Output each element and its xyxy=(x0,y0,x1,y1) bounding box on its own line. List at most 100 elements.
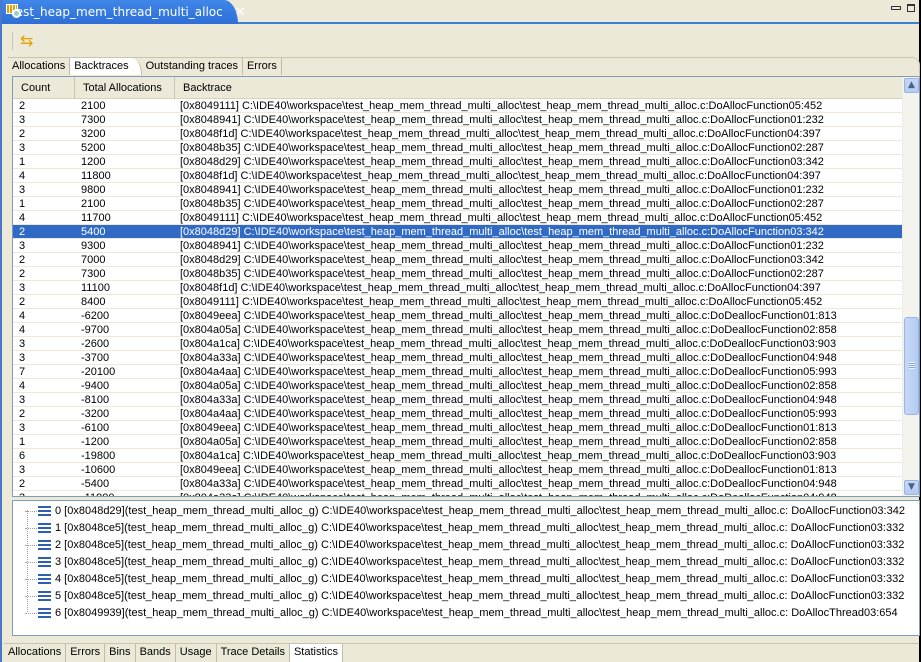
column-header-total-allocations[interactable]: Total Allocations xyxy=(75,77,175,99)
table-row[interactable]: 3 -2600 [0x804a1ca] C:\IDE40\workspace\tes… xyxy=(13,337,902,351)
stack-frame-icon xyxy=(38,523,51,534)
vertical-scrollbar[interactable]: ▲ ▼ xyxy=(902,77,919,496)
page-tab-trace-details[interactable]: Trace Details xyxy=(216,644,290,662)
table-row[interactable]: 4 -9700 [0x804a05a] C:\IDE40\workspace\tes… xyxy=(13,323,902,337)
tree-branch-line xyxy=(25,528,37,529)
cell-backtrace: [0x804a1ca] C:\IDE40\workspace\test_heap… xyxy=(180,338,837,350)
cell-backtrace: [0x8048f1d] C:\IDE40\workspace\test_heap… xyxy=(180,282,821,294)
cell-backtrace: [0x804a4aa] C:\IDE40\workspace\test_heap… xyxy=(180,408,837,420)
tab-outstanding-traces[interactable]: Outstanding traces xyxy=(141,58,243,75)
cell-backtrace: [0x804a33a] C:\IDE40\workspace\test_heap… xyxy=(180,478,837,490)
table-row[interactable]: 6 -19800 [0x804a1ca] C:\IDE40\workspace\te… xyxy=(13,449,902,463)
table-row[interactable]: 3 -6100 [0x8049eea] C:\IDE40\workspace\tes… xyxy=(13,421,902,435)
trace-frame-item[interactable]: 1 [0x8048ce5](test_heap_mem_thread_multi… xyxy=(25,520,904,537)
table-row[interactable]: 1 2100 [0x8048b35] C:\IDE40\workspace\test… xyxy=(13,197,902,211)
cell-backtrace: [0x804a33a] C:\IDE40\workspace\test_heap… xyxy=(180,352,837,364)
table-row[interactable]: 4 11700 [0x8049111] C:\IDE40\workspace\tes… xyxy=(13,211,902,225)
view-tab[interactable]: test_heap_mem_thread_multi_alloc ✕ xyxy=(2,0,246,24)
trace-frame-item[interactable]: 5 [0x8048ce5](test_heap_mem_thread_multi… xyxy=(25,588,904,605)
trace-frame-item[interactable]: 2 [0x8048ce5](test_heap_mem_thread_multi… xyxy=(25,537,904,554)
minimize-icon[interactable] xyxy=(891,6,901,10)
cell-count: 6 xyxy=(19,450,26,462)
table-row[interactable]: 3 11100 [0x8048f1d] C:\IDE40\workspace\tes… xyxy=(13,281,902,295)
cell-total: 2100 xyxy=(81,198,106,210)
table-row[interactable]: 3 7300 [0x8048941] C:\IDE40\workspace\test… xyxy=(13,113,902,127)
page-tab-bands[interactable]: Bands xyxy=(135,644,176,662)
tab-errors[interactable]: Errors xyxy=(242,58,282,75)
table-row[interactable]: 2 7000 [0x8048d29] C:\IDE40\workspace\test… xyxy=(13,253,902,267)
cell-total: 7000 xyxy=(81,254,106,266)
cell-backtrace: [0x8048d29] C:\IDE40\workspace\test_heap… xyxy=(180,156,824,168)
table-row[interactable]: 2 3200 [0x8048f1d] C:\IDE40\workspace\test… xyxy=(13,127,902,141)
cell-count: 2 xyxy=(19,268,26,280)
cell-count: 3 xyxy=(19,184,26,196)
cell-count: 2 xyxy=(19,226,26,238)
cell-backtrace: [0x804a33a] C:\IDE40\workspace\test_heap… xyxy=(180,394,837,406)
scrollbar-thumb[interactable] xyxy=(904,317,919,415)
trace-frame-label: 6 [0x8049939](test_heap_mem_thread_multi… xyxy=(55,607,898,619)
cell-backtrace: [0x804a05a] C:\IDE40\workspace\test_heap… xyxy=(180,436,837,448)
table-header: Count Total Allocations Backtrace xyxy=(13,77,902,99)
scroll-down-button[interactable]: ▼ xyxy=(904,480,919,495)
tree-branch-line xyxy=(25,596,37,597)
table-row[interactable]: 3 5200 [0x8048b35] C:\IDE40\workspace\test… xyxy=(13,141,902,155)
cell-total: 5400 xyxy=(81,226,106,238)
cell-count: 4 xyxy=(19,170,26,182)
table-row[interactable]: 3-11900[0x804a33a] C:\IDE40\workspace\te… xyxy=(13,491,902,496)
column-header-count[interactable]: Count xyxy=(13,77,75,99)
page-tab-usage[interactable]: Usage xyxy=(175,644,217,662)
table-row[interactable]: 3 -3700 [0x804a33a] C:\IDE40\workspace\tes… xyxy=(13,351,902,365)
cell-total: -9700 xyxy=(81,324,110,336)
table-row[interactable]: 3 9300 [0x8048941] C:\IDE40\workspace\test… xyxy=(13,239,902,253)
cell-total: -1200 xyxy=(81,436,110,448)
close-icon[interactable]: ✕ xyxy=(235,5,246,20)
trace-frame-item[interactable]: 3 [0x8048ce5](test_heap_mem_thread_multi… xyxy=(25,554,904,571)
restore-icon[interactable] xyxy=(907,4,915,12)
cell-total: -3700 xyxy=(81,352,110,364)
trace-frame-item[interactable]: 0 [0x8048d29](test_heap_mem_thread_multi… xyxy=(25,503,905,520)
cell-count: 2 xyxy=(19,128,26,140)
table-row[interactable]: 3 -10600 [0x8049eea] C:\IDE40\workspace\te… xyxy=(13,463,902,477)
scroll-up-button[interactable]: ▲ xyxy=(904,78,919,93)
table-row[interactable]: 2 -3200 [0x804a4aa] C:\IDE40\workspace\tes… xyxy=(13,407,902,421)
table-row[interactable]: 2 7300 [0x8048b35] C:\IDE40\workspace\test… xyxy=(13,267,902,281)
trace-frames-tree: 0 [0x8048d29](test_heap_mem_thread_multi… xyxy=(12,500,920,636)
stack-frame-icon xyxy=(38,506,51,517)
table-row[interactable]: 4 -6200 [0x8049eea] C:\IDE40\workspace\tes… xyxy=(13,309,902,323)
cell-total: -10600 xyxy=(81,464,116,476)
cell-backtrace: [0x8049111] C:\IDE40\workspace\test_heap… xyxy=(180,212,823,224)
trace-frame-label: 3 [0x8048ce5](test_heap_mem_thread_multi… xyxy=(55,556,905,568)
cell-backtrace: [0x8048f1d] C:\IDE40\workspace\test_heap… xyxy=(180,128,821,140)
cell-backtrace: [0x8049eea] C:\IDE40\workspace\test_heap… xyxy=(180,422,837,434)
refresh-icon[interactable]: ⇆ xyxy=(20,32,38,50)
table-row[interactable]: 1 -1200 [0x804a05a] C:\IDE40\workspace\tes… xyxy=(13,435,902,449)
page-tab-errors[interactable]: Errors xyxy=(66,644,106,662)
stack-frame-icon xyxy=(38,574,51,585)
table-row[interactable]: 7 -20100 [0x804a4aa] C:\IDE40\workspace\te… xyxy=(13,365,902,379)
page-tab-statistics[interactable]: Statistics xyxy=(289,644,343,662)
table-row[interactable]: 2 2100 [0x8049111] C:\IDE40\workspace\test… xyxy=(13,99,902,113)
trace-frame-label: 2 [0x8048ce5](test_heap_mem_thread_multi… xyxy=(55,539,905,551)
trace-frame-item[interactable]: 4 [0x8048ce5](test_heap_mem_thread_multi… xyxy=(25,571,904,588)
cell-backtrace: [0x8048b35] C:\IDE40\workspace\test_heap… xyxy=(180,268,824,280)
table-row[interactable]: 4 -9400 [0x804a05a] C:\IDE40\workspace\tes… xyxy=(13,379,902,393)
tree-branch-line xyxy=(25,545,37,546)
table-row[interactable]: 3 9800 [0x8048941] C:\IDE40\workspace\test… xyxy=(13,183,902,197)
table-row[interactable]: 2 -5400 [0x804a33a] C:\IDE40\workspace\tes… xyxy=(13,477,902,491)
cell-count: 3 xyxy=(19,352,26,364)
tree-branch-line xyxy=(25,511,37,512)
tab-backtraces[interactable]: Backtraces xyxy=(70,58,142,75)
cell-backtrace: [0x804a33a] C:\IDE40\workspace\test_heap… xyxy=(175,491,902,496)
table-row[interactable]: 2 8400 [0x8049111] C:\IDE40\workspace\test… xyxy=(13,295,902,309)
column-header-backtrace[interactable]: Backtrace xyxy=(175,77,902,99)
trace-frame-item[interactable]: 6 [0x8049939](test_heap_mem_thread_multi… xyxy=(25,605,898,622)
page-tab-bins[interactable]: Bins xyxy=(105,644,136,662)
cell-count: 2 xyxy=(19,478,26,490)
table-row[interactable]: 3 -8100 [0x804a33a] C:\IDE40\workspace\tes… xyxy=(13,393,902,407)
table-row[interactable]: 2 5400 [0x8048d29] C:\IDE40\workspace\test… xyxy=(13,225,902,239)
table-row[interactable]: 1 1200 [0x8048d29] C:\IDE40\workspace\test… xyxy=(13,155,902,169)
cell-total: 8400 xyxy=(81,296,106,308)
tab-allocations[interactable]: Allocations xyxy=(8,58,71,75)
table-row[interactable]: 4 11800 [0x8048f1d] C:\IDE40\workspace\tes… xyxy=(13,169,902,183)
page-tab-allocations[interactable]: Allocations xyxy=(4,644,67,662)
